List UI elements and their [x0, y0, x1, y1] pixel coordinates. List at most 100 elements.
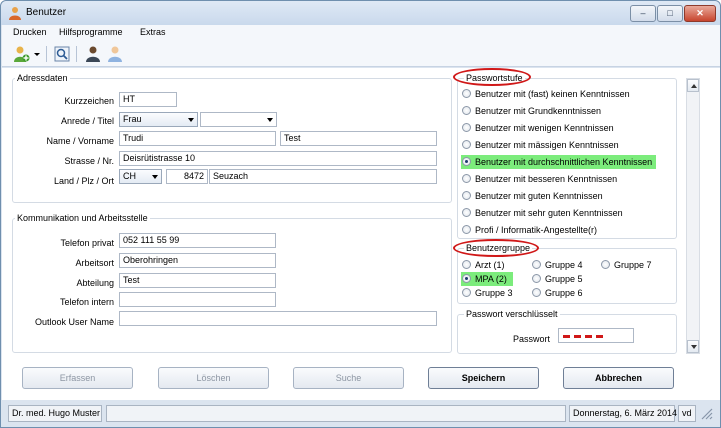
phone-internal-label: Telefon intern: [59, 297, 114, 307]
user-light-icon[interactable]: [106, 45, 124, 63]
password-level-option[interactable]: Benutzer mit sehr guten Kenntnissen: [461, 206, 623, 220]
minimize-button[interactable]: –: [630, 5, 656, 22]
user-group-option[interactable]: Gruppe 4: [531, 258, 583, 272]
country-value: CH: [123, 171, 136, 181]
title-select[interactable]: [200, 112, 277, 127]
user-group-option[interactable]: Gruppe 7: [600, 258, 652, 272]
radio-icon: [462, 89, 471, 98]
maximize-button[interactable]: □: [657, 5, 683, 22]
radio-checked-icon: [462, 157, 471, 166]
scroll-up-button[interactable]: [687, 79, 699, 92]
status-date: Donnerstag, 6. März 2014: [569, 405, 677, 422]
communication-group-title: Kommunikation und Arbeitsstelle: [15, 213, 150, 223]
outlook-field[interactable]: [119, 311, 437, 326]
workplace-field[interactable]: Oberohringen: [119, 253, 276, 268]
password-level-option-label: Profi / Informatik-Angestellte(r): [475, 225, 598, 235]
phone-private-label: Telefon privat: [60, 238, 114, 248]
vertical-scrollbar[interactable]: [686, 78, 700, 354]
salutation-value: Frau: [123, 114, 142, 124]
abbr-field[interactable]: HT: [119, 92, 177, 107]
password-level-option[interactable]: Benutzer mit mässigen Kenntnissen: [461, 138, 619, 152]
department-field[interactable]: Test: [119, 273, 276, 288]
chevron-down-icon: [691, 345, 697, 349]
phone-internal-field[interactable]: [119, 292, 276, 307]
abbr-label: Kurzzeichen: [64, 96, 114, 106]
radio-checked-icon: [462, 274, 471, 283]
password-level-option-label: Benutzer mit durchschnittlichen Kenntnis…: [475, 157, 653, 167]
user-group-option[interactable]: Gruppe 6: [531, 286, 583, 300]
user-dark-icon[interactable]: [84, 45, 102, 63]
search-list-icon[interactable]: [53, 45, 71, 63]
street-label: Strasse / Nr.: [64, 156, 114, 166]
radio-icon: [601, 260, 610, 269]
menu-print[interactable]: Drucken: [13, 27, 47, 37]
password-label: Passwort: [512, 334, 550, 344]
user-group-option-label: Gruppe 4: [545, 260, 583, 270]
last-name-field[interactable]: Trudi: [119, 131, 276, 146]
salutation-label: Anrede / Titel: [60, 116, 114, 126]
radio-icon: [462, 191, 471, 200]
first-name-field[interactable]: Test: [280, 131, 437, 146]
password-mask-char: [574, 335, 581, 338]
user-group-option[interactable]: MPA (2): [461, 272, 513, 286]
record-button[interactable]: Erfassen: [22, 367, 133, 389]
zip-field[interactable]: 8472: [166, 169, 208, 184]
user-group-option-label: Gruppe 5: [545, 274, 583, 284]
user-group-option[interactable]: Gruppe 5: [531, 272, 583, 286]
delete-button[interactable]: Löschen: [158, 367, 269, 389]
password-level-option[interactable]: Benutzer mit (fast) keinen Kenntnissen: [461, 87, 630, 101]
user-group-option-label: Gruppe 6: [545, 288, 583, 298]
salutation-select[interactable]: Frau: [119, 112, 198, 127]
password-level-option[interactable]: Benutzer mit guten Kenntnissen: [461, 189, 603, 203]
resize-grip-icon[interactable]: [700, 407, 714, 421]
city-field[interactable]: Seuzach: [209, 169, 437, 184]
password-level-option[interactable]: Benutzer mit besseren Kenntnissen: [461, 172, 617, 186]
menu-tools[interactable]: Hilfsprogramme: [59, 27, 123, 37]
street-field[interactable]: Deisrütistrasse 10: [119, 151, 437, 166]
radio-icon: [462, 260, 471, 269]
password-level-option[interactable]: Benutzer mit durchschnittlichen Kenntnis…: [461, 155, 657, 169]
password-level-option[interactable]: Profi / Informatik-Angestellte(r): [461, 223, 597, 237]
country-select[interactable]: CH: [119, 169, 162, 184]
save-button[interactable]: Speichern: [428, 367, 539, 389]
location-label: Land / Plz / Ort: [53, 176, 114, 186]
password-level-option-label: Benutzer mit (fast) keinen Kenntnissen: [475, 89, 630, 99]
close-button[interactable]: ✕: [684, 5, 716, 22]
status-user: Dr. med. Hugo Muster: [8, 405, 102, 422]
name-label: Name / Vorname: [46, 136, 114, 146]
chevron-up-icon: [691, 84, 697, 88]
password-encrypted-title: Passwort verschlüsselt: [464, 309, 560, 319]
user-group-option-label: Gruppe 3: [475, 288, 513, 298]
outlook-label: Outlook User Name: [34, 317, 114, 327]
user-group-option-label: MPA (2): [475, 274, 507, 284]
password-field[interactable]: [558, 328, 634, 343]
search-button[interactable]: Suche: [293, 367, 404, 389]
scroll-down-button[interactable]: [687, 340, 699, 353]
chevron-down-icon: [267, 118, 273, 122]
phone-private-field[interactable]: 052 111 55 99: [119, 233, 276, 248]
user-icon: [9, 7, 21, 20]
radio-icon: [532, 260, 541, 269]
menu-extras[interactable]: Extras: [140, 27, 166, 37]
toolbar-separator: [76, 46, 77, 62]
workplace-label: Arbeitsort: [75, 258, 114, 268]
password-level-option[interactable]: Benutzer mit wenigen Kenntnissen: [461, 121, 614, 135]
password-level-option[interactable]: Benutzer mit Grundkenntnissen: [461, 104, 601, 118]
user-group-option[interactable]: Arzt (1): [461, 258, 505, 272]
cancel-button[interactable]: Abbrechen: [563, 367, 674, 389]
menu-bar: Drucken Hilfsprogramme Extras: [2, 25, 720, 41]
dropdown-arrow-icon[interactable]: [32, 45, 42, 63]
department-label: Abteilung: [76, 278, 114, 288]
chevron-down-icon: [152, 175, 158, 179]
toolbar-separator: [46, 46, 47, 62]
benutzer-window: Benutzer – □ ✕ Drucken Hilfsprogramme Ex…: [0, 0, 721, 428]
title-bar: Benutzer – □ ✕: [1, 1, 720, 25]
status-message: [106, 405, 566, 422]
user-group-option[interactable]: Gruppe 3: [461, 286, 513, 300]
toolbar: [2, 41, 720, 67]
radio-icon: [462, 174, 471, 183]
password-level-option-label: Benutzer mit sehr guten Kenntnissen: [475, 208, 623, 218]
add-user-icon[interactable]: [12, 45, 30, 63]
chevron-down-icon: [188, 118, 194, 122]
status-short: vd: [678, 405, 696, 422]
